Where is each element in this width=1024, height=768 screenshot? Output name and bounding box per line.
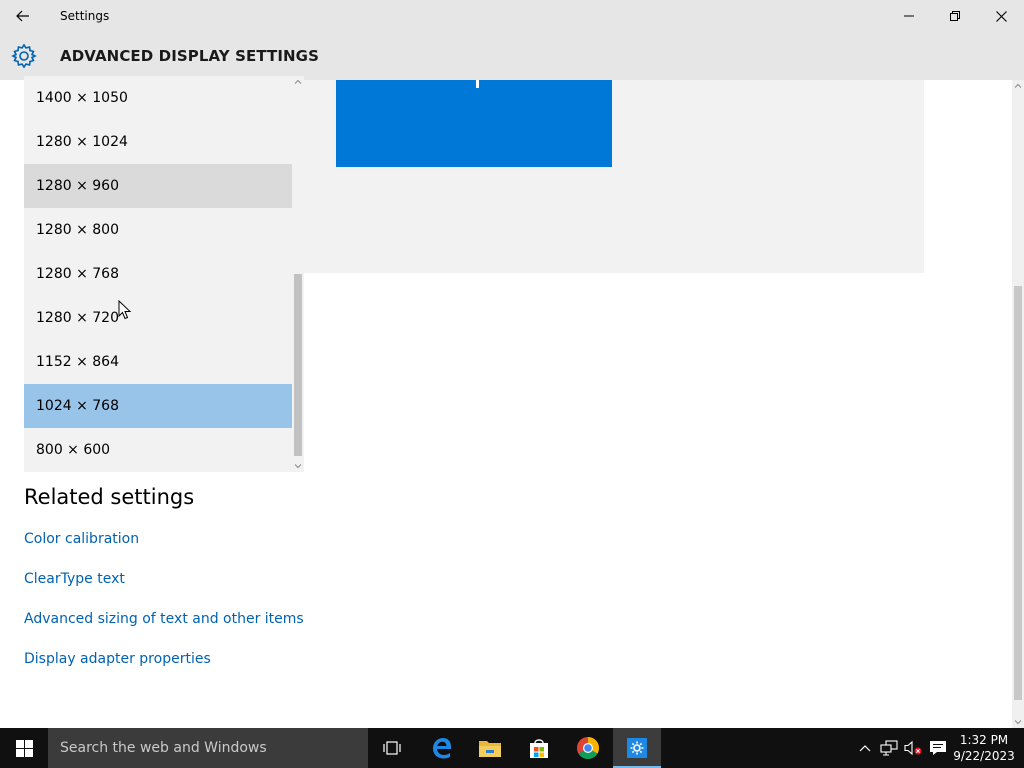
task-view-icon bbox=[383, 741, 401, 755]
resolution-option[interactable]: 1280 × 1024 bbox=[24, 120, 292, 164]
mouse-cursor-icon bbox=[118, 300, 132, 320]
resolution-option[interactable]: 1280 × 720 bbox=[24, 296, 292, 340]
taskbar: Search the web and Windows 1:32 PM 9/22/… bbox=[0, 728, 1024, 768]
clock-date: 9/22/2023 bbox=[953, 749, 1015, 763]
minimize-icon bbox=[904, 15, 914, 17]
advanced-sizing-link[interactable]: Advanced sizing of text and other items bbox=[24, 611, 304, 627]
taskbar-search-box[interactable]: Search the web and Windows bbox=[48, 728, 368, 768]
cleartype-text-link[interactable]: ClearType text bbox=[24, 571, 125, 587]
network-icon bbox=[880, 740, 898, 756]
scroll-down-arrow-icon[interactable] bbox=[294, 462, 302, 470]
back-arrow-icon bbox=[16, 10, 29, 22]
back-button[interactable] bbox=[0, 0, 46, 32]
resolution-option[interactable]: 800 × 600 bbox=[24, 428, 292, 472]
volume-tray-button[interactable] bbox=[902, 728, 924, 768]
show-hidden-icons-button[interactable] bbox=[856, 728, 874, 768]
title-bar: Settings bbox=[0, 0, 1024, 32]
related-settings-section: Related settings bbox=[24, 480, 194, 514]
close-button[interactable] bbox=[978, 0, 1024, 32]
resolution-dropdown-list: 1400 × 1050 1280 × 1024 1280 × 960 1280 … bbox=[24, 76, 304, 472]
settings-taskbar-button[interactable] bbox=[613, 728, 661, 768]
volume-muted-icon bbox=[904, 740, 922, 756]
page-scroll-thumb[interactable] bbox=[1014, 286, 1022, 700]
gear-icon bbox=[11, 43, 37, 69]
dropdown-scrollbar[interactable] bbox=[292, 76, 304, 472]
edge-icon bbox=[433, 738, 451, 759]
clock-time: 1:32 PM bbox=[959, 733, 1009, 747]
dropdown-scroll-thumb[interactable] bbox=[294, 274, 302, 456]
resolution-option-hovered[interactable]: 1280 × 960 bbox=[24, 164, 292, 208]
chrome-button[interactable] bbox=[564, 728, 612, 768]
page-header: ADVANCED DISPLAY SETTINGS bbox=[0, 32, 1024, 80]
resolution-option[interactable]: 1280 × 768 bbox=[24, 252, 292, 296]
taskbar-clock[interactable]: 1:32 PM 9/22/2023 bbox=[952, 732, 1016, 764]
page-scroll-up-icon[interactable] bbox=[1014, 82, 1022, 90]
minimize-button[interactable] bbox=[886, 0, 932, 32]
file-explorer-button[interactable] bbox=[466, 728, 514, 768]
store-button[interactable] bbox=[515, 728, 563, 768]
task-view-button[interactable] bbox=[368, 728, 416, 768]
edge-browser-button[interactable] bbox=[418, 728, 466, 768]
window-title: Settings bbox=[60, 9, 110, 23]
windows-logo-icon bbox=[15, 739, 33, 757]
resolution-option[interactable]: 1152 × 864 bbox=[24, 340, 292, 384]
chevron-up-icon bbox=[859, 745, 871, 752]
page-scroll-down-icon[interactable] bbox=[1014, 718, 1022, 726]
chrome-icon bbox=[577, 737, 599, 759]
close-icon bbox=[995, 10, 1007, 22]
color-calibration-link[interactable]: Color calibration bbox=[24, 531, 139, 547]
display-adapter-properties-link[interactable]: Display adapter properties bbox=[24, 651, 211, 667]
related-settings-heading: Related settings bbox=[24, 485, 195, 509]
settings-gear-icon bbox=[627, 738, 647, 758]
resolution-option-selected[interactable]: 1024 × 768 bbox=[24, 384, 292, 428]
restore-button[interactable] bbox=[932, 0, 978, 32]
resolution-option[interactable]: 1400 × 1050 bbox=[24, 76, 292, 120]
store-bag-icon bbox=[530, 739, 548, 758]
network-tray-button[interactable] bbox=[878, 728, 900, 768]
folder-icon bbox=[479, 741, 501, 757]
notification-icon bbox=[930, 741, 946, 755]
scroll-up-arrow-icon[interactable] bbox=[294, 78, 302, 86]
monitor-label-mark bbox=[476, 80, 479, 88]
action-center-button[interactable] bbox=[926, 728, 950, 768]
resolution-option[interactable]: 1280 × 800 bbox=[24, 208, 292, 252]
page-title: ADVANCED DISPLAY SETTINGS bbox=[60, 47, 319, 65]
restore-icon bbox=[950, 11, 960, 21]
page-scrollbar[interactable] bbox=[1012, 80, 1024, 728]
start-button[interactable] bbox=[0, 728, 48, 768]
monitor-1-preview[interactable] bbox=[336, 80, 612, 167]
search-placeholder: Search the web and Windows bbox=[60, 740, 267, 756]
